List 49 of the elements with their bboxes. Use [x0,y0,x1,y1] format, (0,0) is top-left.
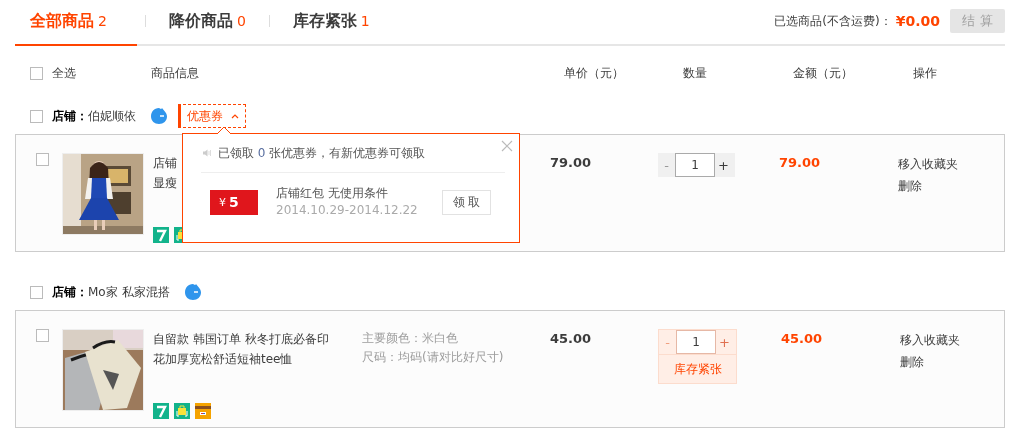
shop-label: 店铺： [52,283,88,301]
column-header: 操作 [913,64,937,82]
item-action-link[interactable]: 移入收藏夹 [898,153,958,175]
item-amount: 45.00 [781,330,824,348]
card-icon [195,403,211,419]
select-all-checkbox[interactable] [30,66,43,80]
speaker-icon [202,148,212,158]
selected-total-label: 已选商品(不含运费)： [774,12,892,30]
cart-tab[interactable]: 全部商品 2 [15,0,137,46]
cart-tab[interactable]: 降价商品 0 [153,0,261,46]
shop-name[interactable]: 伯妮顺依 [88,107,136,125]
column-header: 金额（元） [793,64,854,82]
low-stock-note: 库存紧张 [659,354,736,383]
chat-bubble-icon[interactable] [183,283,202,301]
cart-tab[interactable]: 库存紧张 1 [277,0,385,46]
unit-price: 79.00 [550,154,593,172]
coupon-name: 店铺红包 无使用条件 [276,185,389,202]
shop-checkbox[interactable] [30,285,43,299]
item-action-link[interactable]: 移入收藏夹 [900,329,960,351]
item-action-link[interactable]: 删除 [898,175,958,197]
claim-button[interactable]: 领 取 [442,189,491,215]
bag-icon [174,403,190,419]
quantity-field[interactable]: 1 [676,330,716,354]
column-header: 单价（元） [564,64,625,82]
shop-name[interactable]: Mo家 私家混搭 [88,283,170,301]
shop-label: 店铺： [52,107,88,125]
item-action-link[interactable]: 删除 [900,351,960,373]
seven-day-return-icon [153,403,169,419]
coupon-notice: 已领取 0 张优惠券，有新优惠券可领取 [218,144,426,162]
quantity-field[interactable]: 1 [675,153,715,177]
item-checkbox[interactable] [36,329,49,342]
coupon-value-tag: ¥ 5 [210,189,258,215]
unit-price: 45.00 [550,330,593,348]
coupon-validity: 2014.10.29-2014.12.22 [276,202,419,219]
product-property: 主要颜色：米白色 [362,330,459,347]
column-header: 数量 [683,64,708,82]
item-checkbox[interactable] [36,153,49,166]
chat-bubble-icon[interactable] [150,107,168,125]
product-property: 尺码：均码(请对比好尺寸) [362,349,505,366]
close-icon[interactable] [501,140,513,152]
seven-day-return-icon [153,227,169,243]
selected-total: ¥0.00 [895,13,940,29]
column-header: 商品信息 [151,64,200,82]
shop-checkbox[interactable] [30,109,43,123]
caret-icon [231,113,239,119]
product-title[interactable]: 自留款 韩国订单 秋冬打底必备印 花加厚宽松舒适短袖tee恤 [153,329,362,369]
item-amount: 79.00 [779,154,822,172]
select-all-label: 全选 [52,64,76,82]
increase-button[interactable]: + [715,157,732,173]
